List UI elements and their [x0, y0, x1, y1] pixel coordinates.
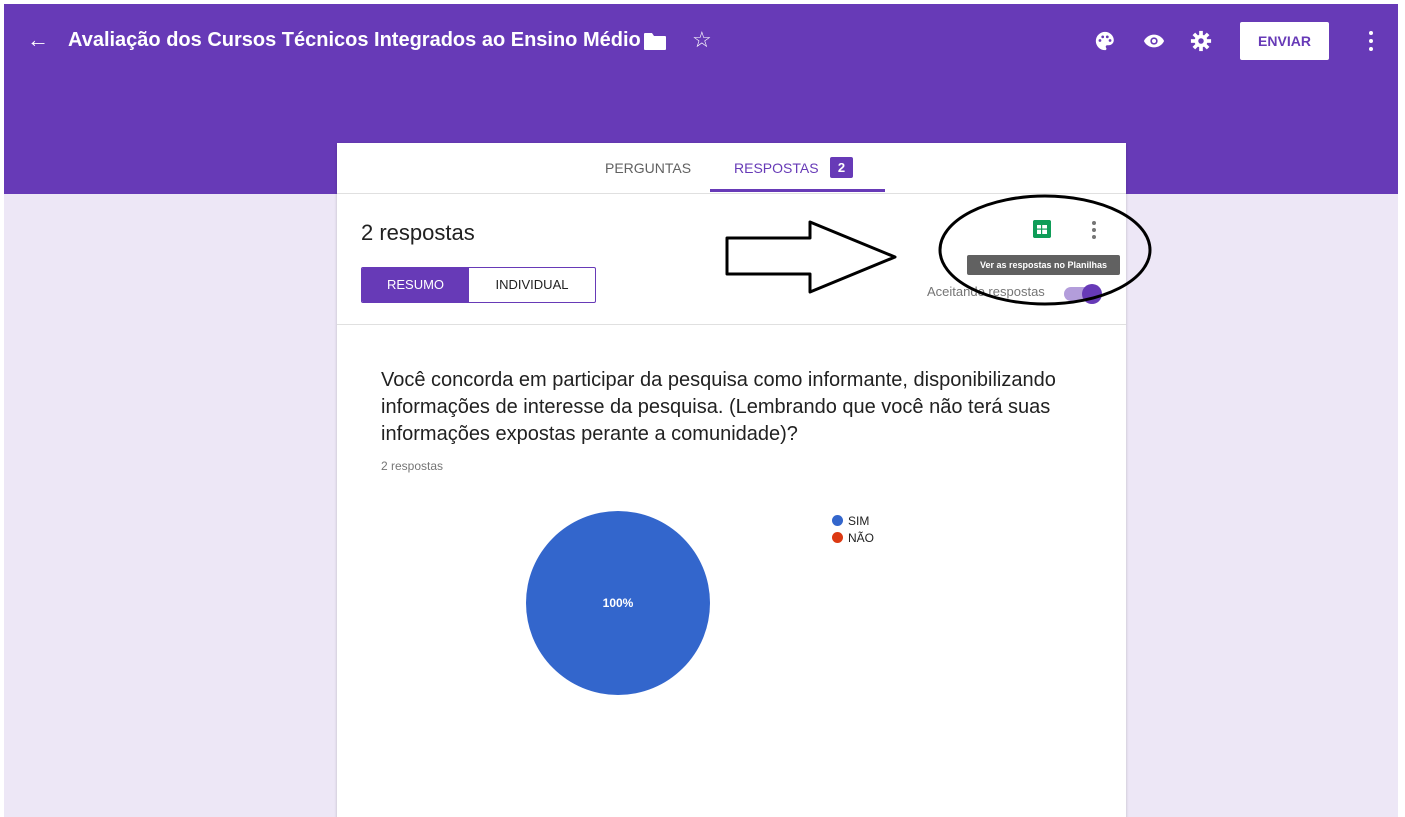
- toggle-thumb: [1082, 284, 1102, 304]
- responses-card: PERGUNTAS RESPOSTAS 2 2 respostas RESUMO…: [337, 143, 1126, 817]
- responses-badge: 2: [830, 157, 853, 178]
- active-tab-indicator: [710, 189, 885, 192]
- sheets-icon[interactable]: [1033, 220, 1051, 238]
- question-response-count: 2 respostas: [381, 459, 444, 473]
- eye-icon[interactable]: [1143, 30, 1165, 52]
- legend-label: SIM: [848, 513, 870, 528]
- summary-button[interactable]: RESUMO: [362, 268, 469, 302]
- legend-label: NÃO: [848, 530, 875, 545]
- legend-swatch: [832, 515, 843, 526]
- more-vert-icon[interactable]: [1364, 26, 1378, 56]
- palette-icon[interactable]: [1094, 30, 1116, 52]
- more-options-icon[interactable]: [1089, 219, 1099, 241]
- form-title: Avaliação dos Cursos Técnicos Integrados…: [68, 29, 641, 51]
- chart-legend: SIM NÃO: [832, 512, 874, 546]
- legend-item: SIM: [832, 512, 874, 529]
- send-button[interactable]: ENVIAR: [1240, 22, 1329, 60]
- app-frame: ← Avaliação dos Cursos Técnicos Integrad…: [4, 4, 1398, 817]
- individual-button[interactable]: INDIVIDUAL: [469, 268, 595, 302]
- accepting-label: Aceitando respostas: [927, 284, 1045, 299]
- folder-icon[interactable]: [644, 33, 666, 50]
- legend-swatch: [832, 532, 843, 543]
- tab-questions[interactable]: PERGUNTAS: [605, 160, 691, 176]
- view-toggle: RESUMO INDIVIDUAL: [361, 267, 596, 303]
- arrow-left-icon[interactable]: ←: [24, 26, 52, 54]
- slice-label: 100%: [603, 596, 634, 610]
- divider: [337, 324, 1126, 325]
- tab-bar: PERGUNTAS RESPOSTAS 2: [337, 143, 1126, 194]
- gear-icon[interactable]: [1190, 30, 1212, 52]
- question-title: Você concorda em participar da pesquisa …: [381, 369, 1056, 445]
- legend-item: NÃO: [832, 529, 874, 546]
- tab-responses[interactable]: RESPOSTAS: [734, 160, 819, 176]
- sheets-tooltip: Ver as respostas no Planilhas: [967, 255, 1120, 275]
- response-count: 2 respostas: [361, 220, 475, 245]
- star-outline-icon[interactable]: ☆: [692, 26, 712, 54]
- accepting-toggle[interactable]: [1064, 284, 1102, 304]
